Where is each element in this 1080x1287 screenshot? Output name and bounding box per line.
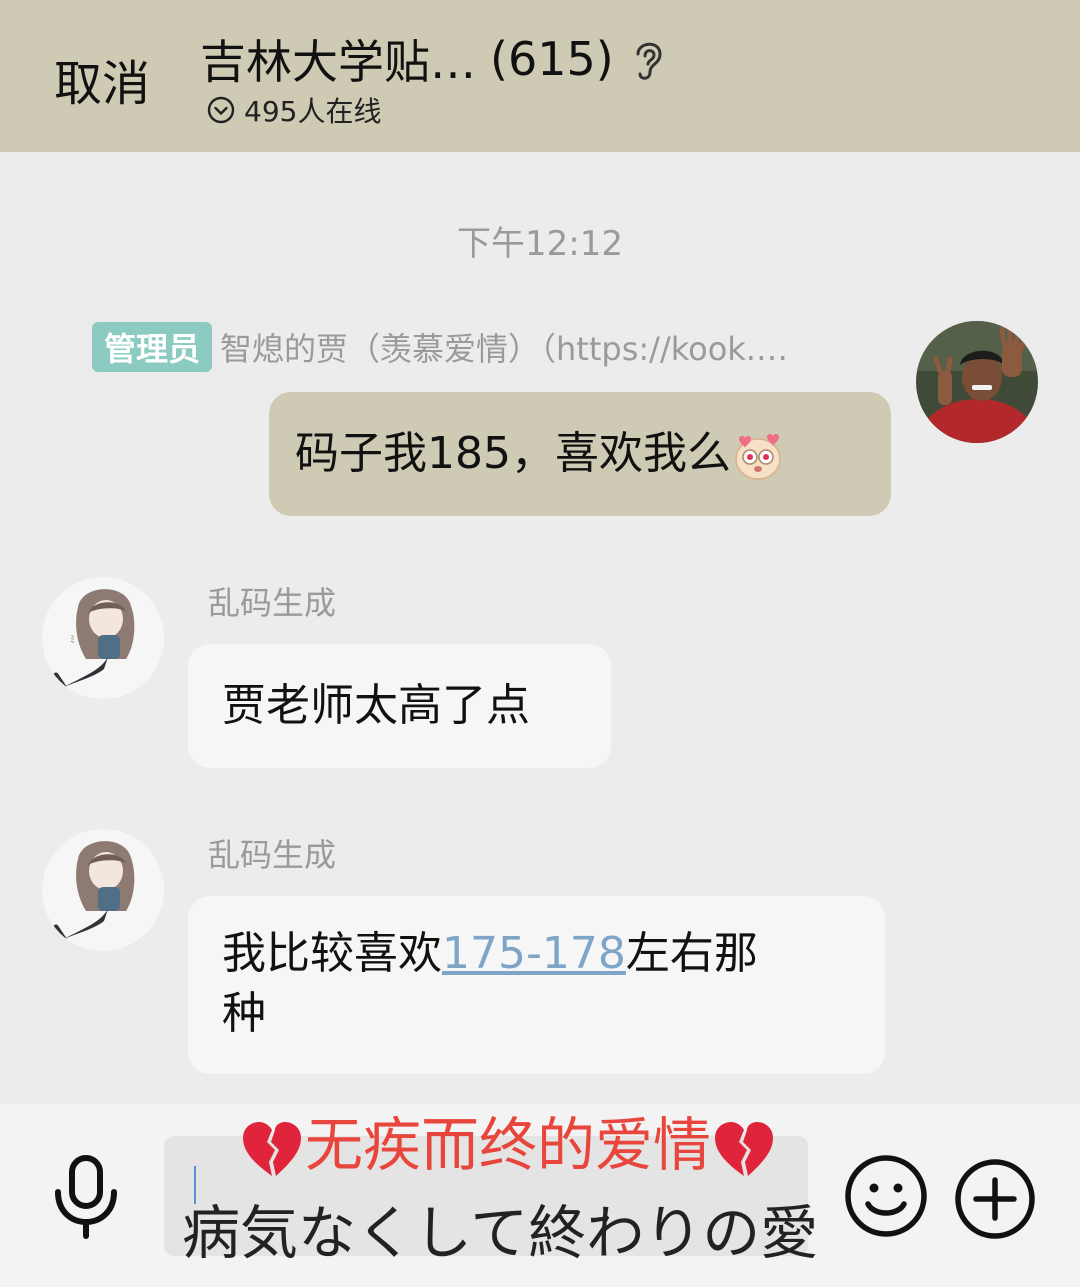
message-text-line: 我比较喜欢175-178左右那 [222,924,885,984]
message-text: 我比较喜欢 [222,928,442,979]
group-title-row[interactable]: 吉林大学贴… (615) [200,26,668,92]
blushing-face-emoji-icon [735,434,781,480]
online-count: 495人在线 [244,95,382,128]
broken-heart-icon [242,1121,301,1176]
message-text: 左右那 [625,928,758,979]
mermaid-avatar [42,829,164,951]
sender-name[interactable]: 乱码生成 [208,830,336,876]
chevron-circle-icon [207,96,235,124]
message-bubble-other[interactable]: 贾老师太高了点 [188,644,611,768]
group-title: 吉林大学贴… [200,35,476,89]
sender-name[interactable]: 智熄的贾（羡慕爱情）（https://kook.… [220,324,788,370]
caption-chinese: 无疾而终的爱情 [0,1098,1016,1182]
avatar[interactable] [916,321,1038,443]
avatar[interactable] [42,829,164,951]
admin-badge: 管理员 [92,322,213,372]
message-text: 码子我185，喜欢我么 [295,428,731,479]
online-status[interactable]: 495人在线 [206,90,381,130]
message-timestamp: 下午12:12 [457,224,623,264]
chat-header: 取消 吉林大学贴… (615) 495人在线 [0,0,1080,152]
message-bubble-self[interactable]: 码子我185，喜欢我么 [269,392,891,516]
svg-text:ﾐ: ﾐ [70,635,75,646]
sender-row: 管理员 智熄的贾（羡慕爱情）（https://kook.… [92,322,788,372]
ear-icon[interactable] [628,34,668,84]
broken-heart-icon [715,1121,773,1176]
sender-name[interactable]: 乱码生成 [208,578,336,624]
sender-row: 乱码生成 [208,578,336,624]
sender-row: 乱码生成 [208,830,336,876]
cancel-button[interactable]: 取消 [54,44,150,114]
caption-japanese: 病気なくして終わりの愛 [182,1199,819,1267]
avatar[interactable]: ﾐ [42,577,164,699]
chat-screen: 取消 吉林大学贴… (615) 495人在线 下午12:12 管理员 智熄的贾（… [0,0,1080,1287]
mermaid-avatar: ﾐ [42,577,164,699]
phone-number-link[interactable]: 175-178 [442,928,626,979]
message-text: 贾老师太高了点 [222,680,530,731]
message-text: 种 [222,988,266,1039]
message-bubble-other[interactable]: 我比较喜欢175-178左右那 种 [188,896,885,1074]
member-count: (615) [490,32,614,86]
message-text-line: 种 [222,984,885,1044]
caption-chinese-text: 无疾而终的爱情 [304,1111,711,1179]
user-photo-avatar [916,321,1038,443]
